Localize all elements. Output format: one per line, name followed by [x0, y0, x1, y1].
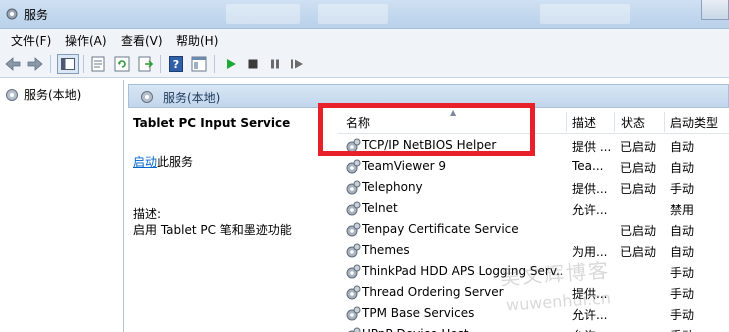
service-name: Tenpay Certificate Service [362, 222, 519, 236]
service-status: 已启动 [620, 140, 657, 154]
service-description: 允许... [572, 327, 612, 332]
service-gear-icon [346, 180, 361, 195]
restart-service-icon[interactable] [288, 55, 306, 73]
tree-item-label: 服务(本地) [24, 88, 82, 102]
service-gear-icon [346, 306, 361, 321]
table-row[interactable]: UPnP Device Host 允许... 手动 [338, 324, 729, 332]
service-startup-type: 手动 [670, 287, 695, 301]
service-gear-icon [346, 222, 361, 237]
service-startup-type: 自动 [670, 224, 695, 238]
menu-file[interactable]: 文件(F) [11, 32, 51, 49]
service-description: Tea... [572, 159, 604, 173]
export-list-icon[interactable] [137, 55, 155, 73]
table-row[interactable]: TeamViewer 9 Tea... 已启动 自动 [338, 156, 729, 177]
service-startup-type: 禁用 [670, 203, 695, 217]
tree-item-services-local[interactable]: 服务(本地) [4, 86, 81, 103]
service-name: Telephony [362, 180, 423, 194]
service-gear-icon [346, 243, 361, 258]
blurred-taskbar-item [540, 4, 630, 24]
properties-sheet-icon[interactable] [89, 55, 107, 73]
service-startup-type: 手动 [670, 266, 695, 280]
menu-bar: 文件(F) 操作(A) 查看(V) 帮助(H) [0, 29, 729, 51]
service-detail-pane: Tablet PC Input Service 启动此服务 描述: 启用 Tab… [128, 108, 338, 332]
column-header-status[interactable]: 状态 [621, 114, 645, 131]
menu-help[interactable]: 帮助(H) [176, 32, 218, 49]
toolbar: ? [0, 51, 729, 78]
service-name: Telnet [362, 201, 398, 215]
services-gear-icon [6, 8, 18, 20]
toolbar-separator [160, 55, 161, 73]
start-service-line: 启动此服务 [133, 153, 193, 170]
selected-service-name: Tablet PC Input Service [133, 116, 291, 130]
toolbar-separator [83, 55, 84, 73]
service-startup-type: 自动 [670, 245, 695, 259]
window-title: 服务 [24, 8, 49, 22]
services-gear-icon [6, 88, 18, 101]
red-highlight-annotation [318, 103, 535, 156]
service-name: TeamViewer 9 [362, 159, 446, 173]
service-gear-icon [346, 201, 361, 216]
column-header-startup-type[interactable]: 启动类型 [670, 114, 718, 131]
service-startup-type: 自动 [670, 161, 695, 175]
back-arrow-icon[interactable] [4, 55, 22, 73]
service-gear-icon [346, 159, 361, 174]
service-startup-type: 手动 [670, 327, 694, 332]
service-startup-type: 自动 [670, 140, 695, 154]
snapin-view-icon[interactable] [190, 55, 208, 73]
forward-arrow-icon[interactable] [26, 55, 44, 73]
toolbar-separator [214, 55, 215, 73]
column-divider[interactable] [614, 112, 615, 132]
stop-service-icon[interactable] [244, 55, 262, 73]
description-label: 描述: [133, 207, 162, 221]
show-tree-icon[interactable] [57, 54, 79, 74]
svg-text:?: ? [173, 58, 179, 71]
description-text: 启用 Tablet PC 笔和墨迹功能 [133, 223, 292, 237]
column-divider[interactable] [566, 112, 567, 132]
refresh-icon[interactable] [113, 55, 131, 73]
table-row[interactable]: Telephony 提供... 已启动 手动 [338, 177, 729, 198]
blurred-taskbar-item [318, 4, 388, 24]
service-description: 提供 ... [572, 140, 612, 154]
service-name: Themes [362, 243, 410, 257]
service-status: 已启动 [620, 245, 657, 259]
window-control-button[interactable] [701, 0, 729, 20]
service-gear-icon [348, 327, 361, 332]
services-gear-icon [141, 91, 153, 103]
service-gear-icon [346, 285, 361, 300]
service-gear-icon [346, 264, 361, 279]
service-name: UPnP Device Host [362, 327, 562, 332]
column-divider[interactable] [664, 112, 665, 132]
service-description: 提供... [572, 182, 608, 196]
table-row[interactable]: Tenpay Certificate Service 已启动 自动 [338, 219, 729, 240]
help-icon[interactable]: ? [167, 55, 185, 73]
start-service-suffix: 此服务 [157, 155, 194, 169]
blurred-taskbar-item [226, 4, 300, 24]
menu-view[interactable]: 查看(V) [121, 32, 163, 49]
console-tree: 服务(本地) [0, 80, 124, 332]
start-service-icon[interactable] [222, 55, 240, 73]
panel-title: 服务(本地) [163, 91, 221, 105]
service-status: 已启动 [620, 161, 657, 175]
pause-service-icon[interactable] [266, 55, 284, 73]
start-service-link[interactable]: 启动 [133, 155, 157, 169]
table-row[interactable]: Themes 为用... 已启动 自动 [338, 240, 729, 261]
service-startup-type: 手动 [670, 182, 695, 196]
service-startup-type: 手动 [670, 308, 695, 322]
service-description: 允许... [572, 203, 608, 217]
service-status: 已启动 [620, 182, 657, 196]
toolbar-separator [50, 55, 51, 73]
menu-action[interactable]: 操作(A) [65, 32, 107, 49]
title-bar: 服务 [0, 0, 729, 29]
table-row[interactable]: Telnet 允许... 禁用 [338, 198, 729, 219]
column-header-description[interactable]: 描述 [572, 114, 596, 131]
service-status: 已启动 [620, 224, 657, 238]
